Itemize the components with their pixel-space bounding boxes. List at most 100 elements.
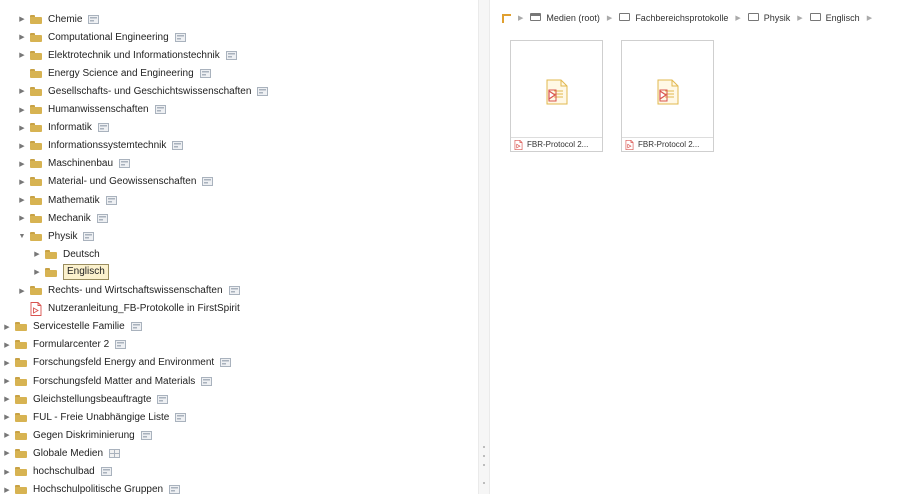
expand-arrow-icon[interactable]: ▶ bbox=[2, 481, 12, 494]
expand-arrow-icon[interactable]: ▶ bbox=[2, 318, 12, 336]
expand-arrow-icon[interactable]: ▶ bbox=[2, 336, 12, 354]
expand-arrow-icon[interactable]: ▶ bbox=[32, 245, 42, 263]
breadcrumb-item-fachbereichsprotokolle[interactable]: Fachbereichsprotokolle bbox=[619, 13, 728, 23]
tree-item-computational-engineering[interactable]: ▶ Computational Engineering bbox=[17, 28, 186, 46]
tree-item-physik[interactable]: ▼ Physik bbox=[17, 227, 95, 245]
tree-item-deutsch[interactable]: ▶ Deutsch bbox=[32, 245, 100, 263]
tree-item-label: Gesellschafts- und Geschichtswissenschaf… bbox=[48, 85, 252, 97]
release-status-icon bbox=[83, 231, 95, 241]
media-tile[interactable]: FBR-Protocol 2... bbox=[621, 40, 714, 152]
release-status-icon bbox=[174, 32, 186, 42]
release-status-icon bbox=[202, 177, 214, 187]
expand-arrow-icon[interactable]: ▶ bbox=[17, 82, 27, 100]
breadcrumb-separator-icon: ▶ bbox=[866, 15, 873, 22]
breadcrumb-separator-icon: ▶ bbox=[518, 15, 524, 22]
tree-item-humanwissenschaften[interactable]: ▶ Humanwissenschaften bbox=[17, 101, 166, 119]
collapse-arrow-icon[interactable]: ▼ bbox=[17, 227, 27, 245]
expand-arrow-icon[interactable]: ▶ bbox=[17, 28, 27, 46]
tree-item-hochschulpolitische-gruppen[interactable]: ▶ Hochschulpolitische Gruppen bbox=[2, 481, 181, 494]
release-status-icon bbox=[100, 467, 112, 476]
panel-splitter[interactable] bbox=[478, 0, 490, 494]
expand-arrow-icon[interactable]: ▶ bbox=[17, 46, 27, 64]
expand-arrow-icon[interactable]: ▶ bbox=[2, 408, 12, 426]
breadcrumb-separator-icon: ▶ bbox=[735, 15, 741, 22]
media-tile[interactable]: FBR-Protocol 2... bbox=[510, 40, 603, 152]
folder-outline-icon bbox=[619, 13, 631, 21]
tree-item-hochschulbad[interactable]: ▶ hochschulbad bbox=[2, 463, 112, 481]
breadcrumb-separator-icon: ▶ bbox=[606, 15, 613, 22]
expand-arrow-icon[interactable]: ▶ bbox=[17, 10, 27, 28]
folder-icon bbox=[15, 376, 27, 386]
tree-item-gegen-diskriminierung[interactable]: ▶ Gegen Diskriminierung bbox=[2, 426, 152, 444]
expand-arrow-icon[interactable]: ▶ bbox=[17, 209, 27, 227]
tree-item-label: Formularcenter 2 bbox=[33, 339, 110, 351]
tree-item-forschungsfeld-matter-and-materials[interactable]: ▶ Forschungsfeld Matter and Materials bbox=[2, 372, 213, 390]
tree-item-nutzeranleitung-fb-protokolle-in-firstspirit[interactable]: Nutzeranleitung_FB-Protokolle in FirstSp… bbox=[17, 300, 240, 318]
expand-arrow-icon[interactable]: ▶ bbox=[2, 372, 12, 390]
media-content-panel: ▶ Medien (root) ▶ Fachbereichsprotokolle ▶ Ph… bbox=[490, 0, 903, 494]
expand-arrow-icon[interactable]: ▶ bbox=[2, 354, 12, 372]
expand-arrow-icon[interactable]: ▶ bbox=[2, 444, 12, 462]
tree-item-label: Deutsch bbox=[63, 248, 100, 260]
folder-icon bbox=[30, 286, 42, 295]
tree-item-energy-science-and-engineering[interactable]: Energy Science and Engineering bbox=[17, 64, 211, 82]
tree-item-rechts-und-wirtschaftswissenschaften[interactable]: ▶ Rechts- und Wirtschaftswissenschaften bbox=[17, 282, 240, 300]
folder-icon bbox=[30, 105, 42, 114]
expand-arrow-icon[interactable]: ▶ bbox=[17, 119, 27, 137]
tree-item-gesellschafts-und-geschichtswissenschaften[interactable]: ▶ Gesellschafts- und Geschichtswissenscha… bbox=[17, 82, 269, 100]
folder-icon bbox=[15, 394, 27, 404]
expand-arrow-icon[interactable]: ▶ bbox=[17, 137, 27, 155]
tree-item-label: hochschulbad bbox=[33, 466, 95, 477]
expand-arrow-icon[interactable]: ▶ bbox=[17, 173, 27, 191]
tree-item-label: Forschungsfeld Matter and Materials bbox=[33, 375, 196, 387]
pdf-file-icon bbox=[545, 79, 569, 108]
tree-item-gleichstellungsbeauftragte[interactable]: ▶ Gleichstellungsbeauftragte bbox=[2, 390, 169, 408]
release-status-icon bbox=[172, 141, 184, 151]
tree-item-mathematik[interactable]: ▶ Mathematik bbox=[17, 191, 117, 209]
release-status-icon bbox=[130, 322, 142, 332]
tree-item-servicestelle-familie[interactable]: ▶ Servicestelle Familie bbox=[2, 318, 142, 336]
expand-arrow-icon[interactable]: ▶ bbox=[2, 463, 12, 481]
expand-arrow-icon[interactable]: ▶ bbox=[2, 390, 12, 408]
folder-icon bbox=[15, 485, 27, 494]
tree-item-informationssystemtechnik[interactable]: ▶ Informationssystemtechnik bbox=[17, 137, 184, 155]
tree-item-ful-freie-unabh-ngige-liste[interactable]: ▶ FUL - Freie Unabhängige Liste bbox=[2, 408, 187, 426]
breadcrumb-item-physik[interactable]: Physik bbox=[747, 13, 790, 23]
breadcrumb-item-englisch[interactable]: Englisch bbox=[809, 13, 860, 23]
expand-arrow-icon[interactable]: ▶ bbox=[32, 263, 42, 281]
tree-item-label: Gegen Diskriminierung bbox=[33, 429, 135, 441]
tree-item-label: Chemie bbox=[48, 13, 83, 25]
tree-item-englisch[interactable]: ▶ Englisch bbox=[32, 263, 109, 281]
tree-item-formularcenter-2[interactable]: ▶ Formularcenter 2 bbox=[2, 336, 127, 354]
tree-item-label: Maschinenbau bbox=[48, 158, 114, 170]
folder-icon bbox=[15, 322, 27, 332]
tree-item-label: Mechanik bbox=[48, 212, 91, 224]
tree-item-label: Elektrotechnik und Informationstechnik bbox=[48, 49, 220, 61]
folder-icon bbox=[30, 195, 42, 205]
media-tile-caption: FBR-Protocol 2... bbox=[622, 137, 713, 151]
expand-arrow-icon[interactable]: ▶ bbox=[17, 191, 27, 209]
release-status-icon bbox=[157, 394, 169, 404]
tree-item-elektrotechnik-und-informationstechnik[interactable]: ▶ Elektrotechnik und Informationstechnik bbox=[17, 46, 237, 64]
expand-arrow-icon[interactable]: ▶ bbox=[2, 426, 12, 444]
tree-item-label: Energy Science and Engineering bbox=[48, 67, 194, 79]
folder-icon bbox=[30, 231, 42, 241]
tree-item-maschinenbau[interactable]: ▶ Maschinenbau bbox=[17, 155, 131, 173]
expand-arrow-icon[interactable]: ▶ bbox=[17, 101, 27, 119]
tree-item-forschungsfeld-energy-and-environment[interactable]: ▶ Forschungsfeld Energy and Environment bbox=[2, 354, 232, 372]
tree-item-label: Rechts- und Wirtschaftswissenschaften bbox=[48, 285, 223, 296]
release-status-icon bbox=[88, 14, 100, 24]
tree-item-label: Humanwissenschaften bbox=[48, 104, 149, 115]
expand-arrow-icon[interactable]: ▶ bbox=[17, 155, 27, 173]
tree-item-informatik[interactable]: ▶ Informatik bbox=[17, 119, 109, 137]
tree-item-material-und-geowissenschaften[interactable]: ▶ Material- und Geowissenschaften bbox=[17, 173, 214, 191]
tree-item-globale-medien[interactable]: ▶ Globale Medien bbox=[2, 444, 121, 462]
tree-item-label: Gleichstellungsbeauftragte bbox=[33, 393, 152, 405]
tree-item-chemie[interactable]: ▶ Chemie bbox=[17, 10, 100, 28]
breadcrumb-start-icon[interactable] bbox=[502, 13, 511, 23]
tree-item-mechanik[interactable]: ▶ Mechanik bbox=[17, 209, 108, 227]
folder-icon bbox=[30, 68, 42, 78]
expand-arrow-icon[interactable]: ▶ bbox=[17, 282, 27, 300]
breadcrumb-item-medien-root[interactable]: Medien (root) bbox=[530, 13, 600, 23]
